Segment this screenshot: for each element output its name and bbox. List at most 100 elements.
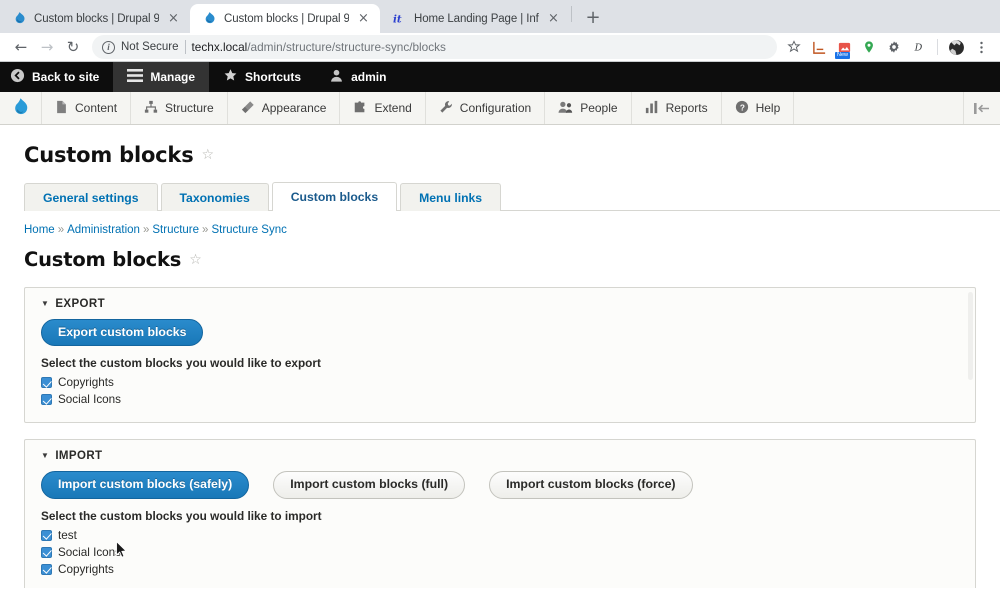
d-extension-icon[interactable]: D <box>908 36 930 58</box>
export-panel-summary[interactable]: ▼ EXPORT <box>41 298 959 310</box>
gear-extension-icon[interactable] <box>883 36 905 58</box>
tab-title: Custom blocks | Drupal 9 <box>224 12 349 25</box>
tab-custom-blocks[interactable]: Custom blocks <box>271 182 398 211</box>
toolbar-item-back-to-site[interactable]: Back to site <box>0 62 113 92</box>
tab-title: Home Landing Page | Informat <box>414 12 539 25</box>
export-panel: ▼ EXPORT Export custom blocks Select the… <box>24 287 976 424</box>
checkbox-icon[interactable] <box>41 377 52 389</box>
image-extension-icon[interactable]: New <box>833 36 855 59</box>
page-header: Custom blocks ☆ <box>0 125 1000 167</box>
export-checkbox-list: Copyrights Social Icons <box>41 374 959 408</box>
kebab-menu-icon[interactable] <box>970 36 992 58</box>
menu-label: Reports <box>665 101 708 115</box>
info-circle-icon[interactable]: i <box>102 40 115 54</box>
menu-label: Extend <box>374 101 412 115</box>
breadcrumb-item-home[interactable]: Home <box>24 224 55 236</box>
tab-menu-links[interactable]: Menu links <box>400 183 502 211</box>
page-title: Custom blocks ☆ <box>24 143 976 167</box>
tab-taxonomies[interactable]: Taxonomies <box>160 183 269 211</box>
export-summary-label: EXPORT <box>55 298 106 310</box>
import-custom-blocks-force-button[interactable]: Import custom blocks (force) <box>489 471 693 499</box>
menu-item-extend[interactable]: Extend <box>340 92 426 124</box>
export-custom-blocks-button[interactable]: Export custom blocks <box>41 319 204 347</box>
page-tabs: General settings Taxonomies Custom block… <box>24 181 1000 211</box>
toolbar-item-manage[interactable]: Manage <box>113 62 210 92</box>
browser-tab-2[interactable]: Custom blocks | Drupal 9 × <box>190 4 380 33</box>
hamburger-icon <box>127 69 144 85</box>
checkbox-icon[interactable] <box>41 563 52 575</box>
url-text: techx.local/admin/structure/structure-sy… <box>192 40 446 54</box>
section-title: Custom blocks ☆ <box>24 248 1000 271</box>
scrollbar-thumb[interactable] <box>968 292 973 380</box>
svg-text:D: D <box>914 43 923 54</box>
sitemap-icon <box>144 100 158 117</box>
drupal-drop-logo[interactable] <box>0 92 42 124</box>
import-custom-blocks-safely-button[interactable]: Import custom blocks (safely) <box>41 471 250 499</box>
import-checkbox-row[interactable]: test <box>41 527 959 544</box>
new-tab-button[interactable]: + <box>579 4 607 32</box>
location-pin-icon[interactable] <box>858 36 880 58</box>
menu-item-people[interactable]: People <box>545 92 632 124</box>
question-circle-icon: ? <box>735 100 749 117</box>
menu-item-help[interactable]: ? Help <box>722 92 795 124</box>
menu-item-appearance[interactable]: Appearance <box>228 92 341 124</box>
reload-button[interactable]: ↻ <box>60 34 86 60</box>
toolbar-label: Back to site <box>32 70 100 84</box>
menu-item-reports[interactable]: Reports <box>632 92 722 124</box>
checkbox-icon[interactable] <box>41 546 52 558</box>
back-button[interactable]: ← <box>8 34 34 60</box>
extension-new-badge: New <box>835 52 851 59</box>
breadcrumb-item-administration[interactable]: Administration <box>67 224 140 236</box>
close-icon[interactable]: × <box>166 11 181 26</box>
import-checkbox-row[interactable]: Social Icons <box>41 544 959 561</box>
breadcrumb-separator: » <box>142 224 150 236</box>
toolbar-item-shortcuts[interactable]: Shortcuts <box>209 62 315 92</box>
close-icon[interactable]: × <box>546 11 561 26</box>
breadcrumb-item-structure[interactable]: Structure <box>152 224 199 236</box>
close-icon[interactable]: × <box>356 11 371 26</box>
wrench-icon <box>439 100 453 117</box>
collapse-toolbar-icon[interactable] <box>964 92 1000 124</box>
chevron-down-icon[interactable]: ▼ <box>41 452 49 460</box>
import-checkbox-list: test Social Icons Copyrights <box>41 527 959 578</box>
import-checkbox-row[interactable]: Copyrights <box>41 561 959 578</box>
bookmark-star-icon[interactable]: ☆ <box>189 253 202 267</box>
export-panel-scrollbar[interactable] <box>968 292 973 418</box>
menu-label: Configuration <box>459 101 532 115</box>
page-title-text: Custom blocks <box>24 143 194 167</box>
checkbox-icon[interactable] <box>41 529 52 541</box>
forward-button[interactable]: → <box>34 34 60 60</box>
bookmark-star-icon[interactable]: ☆ <box>202 148 215 162</box>
people-icon <box>558 100 573 117</box>
menu-label: Structure <box>165 101 214 115</box>
omnibox-icons: New D <box>783 36 992 59</box>
checkbox-label: Social Icons <box>58 393 122 407</box>
chart-extension-icon[interactable] <box>808 36 830 58</box>
breadcrumb-separator: » <box>57 224 65 236</box>
menu-item-configuration[interactable]: Configuration <box>426 92 546 124</box>
import-panel-summary[interactable]: ▼ IMPORT <box>41 450 959 462</box>
import-select-label: Select the custom blocks you would like … <box>41 508 322 523</box>
menu-item-content[interactable]: Content <box>42 92 132 124</box>
export-checkbox-row[interactable]: Copyrights <box>41 374 959 391</box>
browser-window: Custom blocks | Drupal 9 × Custom blocks… <box>0 0 1000 589</box>
file-icon <box>55 100 68 117</box>
tab-general-settings[interactable]: General settings <box>24 183 158 211</box>
toolbar-item-admin[interactable]: admin <box>315 62 400 92</box>
svg-text:it: it <box>393 13 402 25</box>
menu-spacer <box>794 92 964 124</box>
address-bar[interactable]: i Not Secure techx.local/admin/structure… <box>92 35 777 59</box>
browser-tab-1[interactable]: Custom blocks | Drupal 9 × <box>0 4 190 33</box>
export-checkbox-row[interactable]: Social Icons <box>41 391 959 408</box>
checkbox-icon[interactable] <box>41 394 52 406</box>
chevron-down-icon[interactable]: ▼ <box>41 300 49 308</box>
breadcrumb-item-structure-sync[interactable]: Structure Sync <box>211 224 286 236</box>
user-icon <box>329 68 344 86</box>
browser-tab-3[interactable]: it Home Landing Page | Informat × <box>380 4 570 33</box>
import-custom-blocks-full-button[interactable]: Import custom blocks (full) <box>273 471 466 499</box>
export-button-row: Export custom blocks <box>41 319 959 347</box>
star-icon <box>223 68 238 86</box>
profile-avatar-icon[interactable] <box>945 36 967 58</box>
bookmark-star-icon[interactable] <box>783 36 805 58</box>
menu-item-structure[interactable]: Structure <box>131 92 228 124</box>
